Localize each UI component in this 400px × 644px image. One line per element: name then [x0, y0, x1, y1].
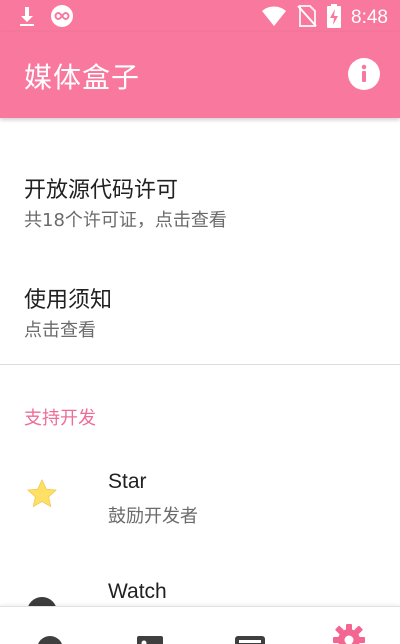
settings-list[interactable]: 开放源代码许可 共18个许可证，点击查看 使用须知 点击查看 支持开发 Star…	[0, 118, 400, 606]
info-icon	[348, 58, 380, 90]
battery-charging-icon	[327, 4, 342, 32]
support-section-header: 支持开发	[24, 408, 96, 429]
app-title: 媒体盒子	[24, 61, 141, 94]
app-bar: 媒体盒子	[0, 32, 400, 118]
settings-gear-icon	[333, 624, 365, 644]
star-item[interactable]: Star 鼓励开发者	[0, 448, 400, 548]
nav-item-settings[interactable]	[300, 607, 400, 644]
star-icon	[27, 479, 57, 508]
clock: 8:48	[351, 7, 388, 28]
image-icon	[137, 636, 163, 644]
item-title: Star	[108, 470, 147, 493]
item-title: Watch	[108, 580, 167, 603]
nav-item-discover[interactable]	[0, 607, 100, 644]
status-right-icons: 8:48	[261, 4, 388, 32]
status-left-icons	[18, 4, 74, 32]
wifi-icon	[261, 5, 287, 31]
pref-title: 使用须知	[24, 288, 113, 313]
pref-summary: 点击查看	[24, 320, 96, 341]
tv-icon	[235, 636, 265, 644]
pref-summary: 共18个许可证，点击查看	[24, 210, 227, 231]
compass-icon	[38, 636, 62, 644]
no-sim-icon	[297, 4, 317, 32]
pref-title: 开放源代码许可	[24, 178, 179, 203]
item-summary: 鼓励开发者	[108, 506, 198, 527]
usage-notice-item[interactable]: 使用须知 点击查看	[0, 260, 400, 360]
nav-item-images[interactable]	[100, 607, 200, 644]
open-source-licenses-item[interactable]: 开放源代码许可 共18个许可证，点击查看	[0, 150, 400, 250]
status-bar: 8:48	[0, 0, 400, 32]
infinity-app-icon	[50, 4, 74, 32]
eye-icon	[28, 597, 56, 606]
watch-item[interactable]: Watch	[0, 558, 400, 606]
bottom-navigation	[0, 606, 400, 644]
info-button[interactable]	[348, 58, 380, 90]
section-divider	[0, 364, 400, 365]
nav-item-tv[interactable]	[200, 607, 300, 644]
download-icon	[18, 5, 36, 31]
